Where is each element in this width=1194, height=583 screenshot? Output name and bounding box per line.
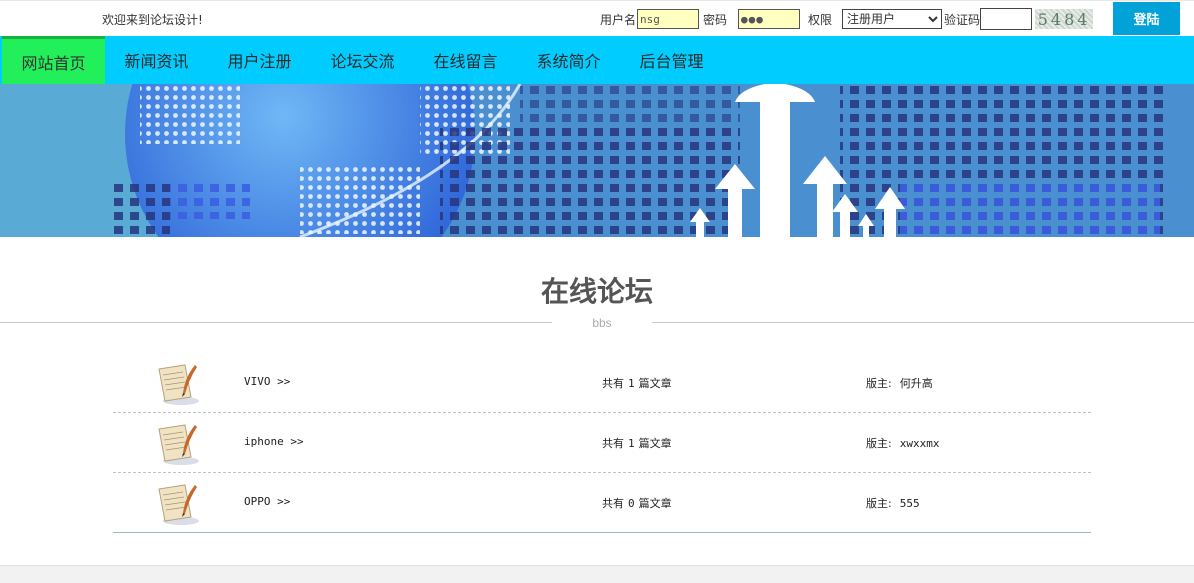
section-subtitle: bbs	[552, 316, 652, 330]
main-nav: 网站首页 新闻资讯 用户注册 论坛交流 在线留言 系统简介 后台管理	[0, 36, 1194, 84]
nav-item-about[interactable]: 系统简介	[517, 36, 620, 84]
forum-moderator: 版主: 何升高	[866, 375, 933, 391]
count-value: 0	[628, 497, 635, 510]
moderator-name: 何升高	[899, 377, 933, 390]
top-login-bar: 欢迎来到论坛设计! 用户名 密码 权限 注册用户 验证码 5484 登陆	[0, 0, 1194, 36]
moderator-label: 版主:	[866, 377, 892, 390]
section-title: 在线论坛	[540, 275, 653, 308]
nav-item-forum[interactable]: 论坛交流	[311, 36, 414, 84]
username-input[interactable]	[637, 9, 700, 29]
count-suffix: 篇文章	[638, 498, 672, 510]
forum-list: VIVO >> 共有 1 篇文章 版主: 何升高 iphone >> 共有 1 篇文章 版…	[113, 353, 1091, 533]
quill-paper-icon	[158, 484, 199, 525]
forum-row: iphone >> 共有 1 篇文章 版主: xwxxmx	[113, 413, 1091, 473]
forum-moderator: 版主: 555	[866, 495, 920, 511]
login-form: 用户名 密码 权限 注册用户 验证码 5484	[600, 7, 1094, 31]
nav-item-register[interactable]: 用户注册	[208, 36, 311, 84]
password-label: 密码	[703, 12, 728, 27]
forum-row: VIVO >> 共有 1 篇文章 版主: 何升高	[113, 353, 1091, 413]
count-prefix: 共有	[602, 378, 624, 390]
quill-paper-icon	[158, 364, 199, 405]
role-label: 权限	[808, 12, 833, 27]
banner-image	[0, 84, 1194, 237]
forum-name-link[interactable]: OPPO >>	[244, 495, 290, 508]
forum-post-count: 共有 1 篇文章	[602, 375, 672, 391]
nav-item-admin[interactable]: 后台管理	[620, 36, 723, 84]
captcha-input[interactable]	[980, 8, 1033, 30]
forum-post-count: 共有 1 篇文章	[602, 435, 672, 451]
username-label: 用户名	[600, 12, 637, 27]
moderator-name: 555	[899, 497, 920, 510]
nav-item-news[interactable]: 新闻资讯	[105, 36, 208, 84]
globe-arrows-banner-icon	[0, 84, 1194, 237]
count-suffix: 篇文章	[638, 438, 672, 450]
moderator-label: 版主:	[866, 437, 892, 450]
forum-moderator: 版主: xwxxmx	[866, 435, 939, 451]
password-input[interactable]	[738, 9, 801, 29]
code-label: 验证码	[944, 12, 981, 27]
captcha-image[interactable]: 5484	[1035, 9, 1094, 29]
forum-row: OPPO >> 共有 0 篇文章 版主: 555	[113, 473, 1091, 533]
moderator-name: xwxxmx	[899, 437, 940, 450]
count-value: 1	[628, 437, 635, 450]
forum-post-count: 共有 0 篇文章	[602, 495, 672, 511]
nav-item-home[interactable]: 网站首页	[2, 36, 105, 84]
quill-paper-icon	[158, 424, 199, 465]
login-button[interactable]: 登陆	[1113, 2, 1180, 35]
count-value: 1	[628, 377, 635, 390]
forum-name-link[interactable]: VIVO >>	[244, 375, 290, 388]
moderator-label: 版主:	[866, 497, 892, 510]
count-suffix: 篇文章	[638, 378, 672, 390]
count-prefix: 共有	[602, 498, 624, 510]
welcome-text: 欢迎来到论坛设计!	[102, 13, 203, 27]
forum-name-link[interactable]: iphone >>	[244, 435, 304, 448]
count-prefix: 共有	[602, 438, 624, 450]
footer-bar	[0, 565, 1194, 583]
nav-item-guestbook[interactable]: 在线留言	[414, 36, 517, 84]
role-select[interactable]: 注册用户	[842, 9, 943, 29]
